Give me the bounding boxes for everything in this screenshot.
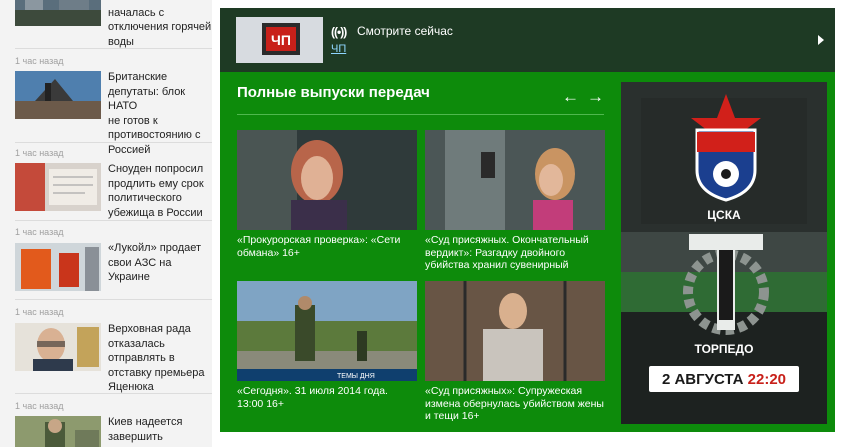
section-title: Полные выпуски передач — [237, 84, 430, 101]
news-timestamp: 1 час назад — [15, 401, 64, 411]
news-thumbnail[interactable] — [15, 243, 101, 291]
page: началась с началась с отключения горячей… — [0, 0, 850, 447]
episode-thumbnail[interactable] — [425, 281, 605, 381]
match-datetime-badge: 2 АВГУСТА 22:20 — [649, 366, 799, 392]
team1-name: ЦСКА — [707, 208, 741, 222]
svg-text:ЧП: ЧП — [271, 32, 291, 48]
prev-arrow-icon[interactable]: ← — [562, 88, 579, 106]
news-divider — [15, 220, 212, 221]
episode-caption[interactable]: «Прокурорская проверка»: «Сети обмана» 1… — [237, 234, 417, 259]
svg-text:ТЕМЫ ДНЯ: ТЕМЫ ДНЯ — [337, 373, 375, 380]
news-thumbnail[interactable] — [15, 0, 101, 26]
news-timestamp: 1 час назад — [15, 227, 64, 237]
episode-caption[interactable]: «Суд присяжных»: Супружеская измена обер… — [425, 385, 605, 423]
team2-name: ТОРПЕДО — [694, 342, 754, 356]
cska-crest-icon — [691, 94, 761, 202]
news-timestamp: 1 час назад — [15, 148, 64, 158]
match-date: 2 АВГУСТА — [661, 371, 744, 388]
news-timestamp: 1 час назад — [15, 307, 64, 317]
tv-widget: ЧП ((•)) Смотрите сейчас ЧП Полные выпус… — [220, 8, 835, 432]
news-thumbnail[interactable] — [15, 71, 101, 119]
news-title[interactable]: «Лукойл» продает свои АЗС на Украине — [108, 241, 212, 285]
episode-thumbnail[interactable] — [425, 130, 605, 230]
news-divider — [15, 299, 212, 300]
news-thumbnail[interactable] — [15, 163, 101, 211]
now-playing-bar[interactable]: ЧП ((•)) Смотрите сейчас ЧП — [220, 8, 835, 72]
news-title[interactable]: Британские депутаты: блок НАТО не готов … — [108, 70, 212, 157]
news-divider — [15, 393, 212, 394]
now-playing-thumbnail[interactable]: ЧП — [236, 17, 323, 63]
news-thumbnail[interactable] — [15, 416, 101, 447]
news-title[interactable]: Сноуден попросил продлить ему срок полит… — [108, 162, 212, 220]
episode-caption[interactable]: «Суд присяжных. Окончательный вердикт»: … — [425, 234, 605, 272]
match-promo-banner[interactable]: ЦСКА ТОРПЕДО 2 АВГУСТА 22:20 — [621, 82, 827, 424]
section-divider — [237, 114, 604, 115]
news-timestamp: 1 час назад — [15, 56, 64, 66]
news-divider — [15, 142, 212, 143]
chevron-right-icon[interactable] — [818, 35, 824, 45]
episode-thumbnail[interactable]: ТЕМЫ ДНЯ — [237, 281, 417, 381]
torpedo-crest-icon — [683, 234, 769, 335]
news-title[interactable]: Киев надеется завершить — [108, 415, 212, 444]
news-thumbnail[interactable] — [15, 323, 101, 371]
news-title[interactable]: Верховная рада отказалась отправлять в о… — [108, 322, 212, 395]
now-playing-channel-link[interactable]: ЧП — [331, 43, 346, 55]
now-playing-label: Смотрите сейчас — [357, 24, 453, 38]
news-title[interactable]: началась с началась с отключения горячей… — [108, 0, 212, 49]
episode-thumbnail[interactable] — [237, 130, 417, 230]
news-divider — [15, 48, 212, 49]
match-time: 22:20 — [747, 371, 787, 388]
next-arrow-icon[interactable]: → — [587, 88, 604, 106]
broadcast-icon: ((•)) — [331, 25, 347, 39]
news-feed: началась с началась с отключения горячей… — [0, 0, 212, 447]
episode-caption[interactable]: «Сегодня». 31 июля 2014 года. 13:00 16+ — [237, 385, 417, 410]
